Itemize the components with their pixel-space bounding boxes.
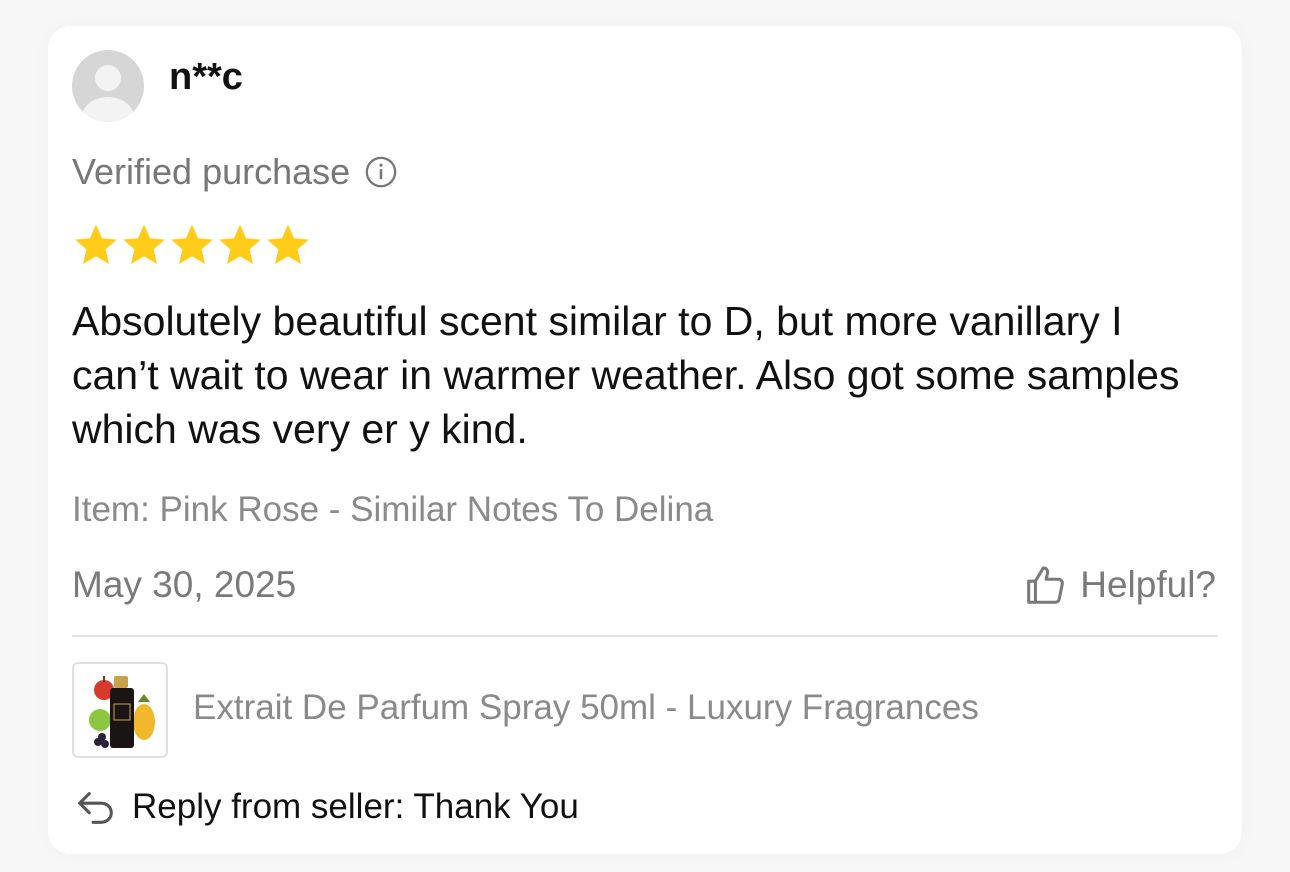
- avatar-head-shape: [95, 65, 121, 91]
- item-variant: Item: Pink Rose - Similar Notes To Delin…: [72, 490, 714, 529]
- divider: [72, 635, 1218, 637]
- review-card: n**c Verified purchase Absolutely beauti…: [48, 26, 1242, 854]
- product-name[interactable]: Extrait De Parfum Spray 50ml - Luxury Fr…: [193, 688, 979, 728]
- reply-text: Reply from seller: Thank You: [132, 787, 579, 826]
- perfume-bottle-image: [89, 676, 155, 748]
- thumbs-up-icon: [1027, 566, 1065, 604]
- review-date: May 30, 2025: [72, 564, 297, 605]
- verified-label: Verified purchase: [72, 151, 351, 192]
- avatar: [72, 50, 144, 122]
- star-icon: [75, 224, 117, 264]
- star-icon: [123, 224, 165, 264]
- product-thumbnail[interactable]: [72, 662, 168, 758]
- avatar-body-shape: [82, 97, 134, 122]
- seller-reply: Reply from seller: Thank You: [72, 784, 579, 830]
- star-icon: [171, 224, 213, 264]
- info-circle-icon[interactable]: [364, 155, 398, 189]
- star-rating: [72, 221, 312, 269]
- helpful-label: Helpful?: [1080, 564, 1216, 605]
- reviewer-name: n**c: [169, 56, 243, 98]
- helpful-button[interactable]: Helpful?: [1022, 562, 1216, 608]
- verified-purchase: Verified purchase: [72, 151, 398, 193]
- star-icon: [267, 224, 309, 264]
- review-text: Absolutely beautiful scent similar to D,…: [72, 298, 1180, 452]
- reply-arrow-icon: [78, 792, 113, 824]
- star-icon: [219, 224, 261, 264]
